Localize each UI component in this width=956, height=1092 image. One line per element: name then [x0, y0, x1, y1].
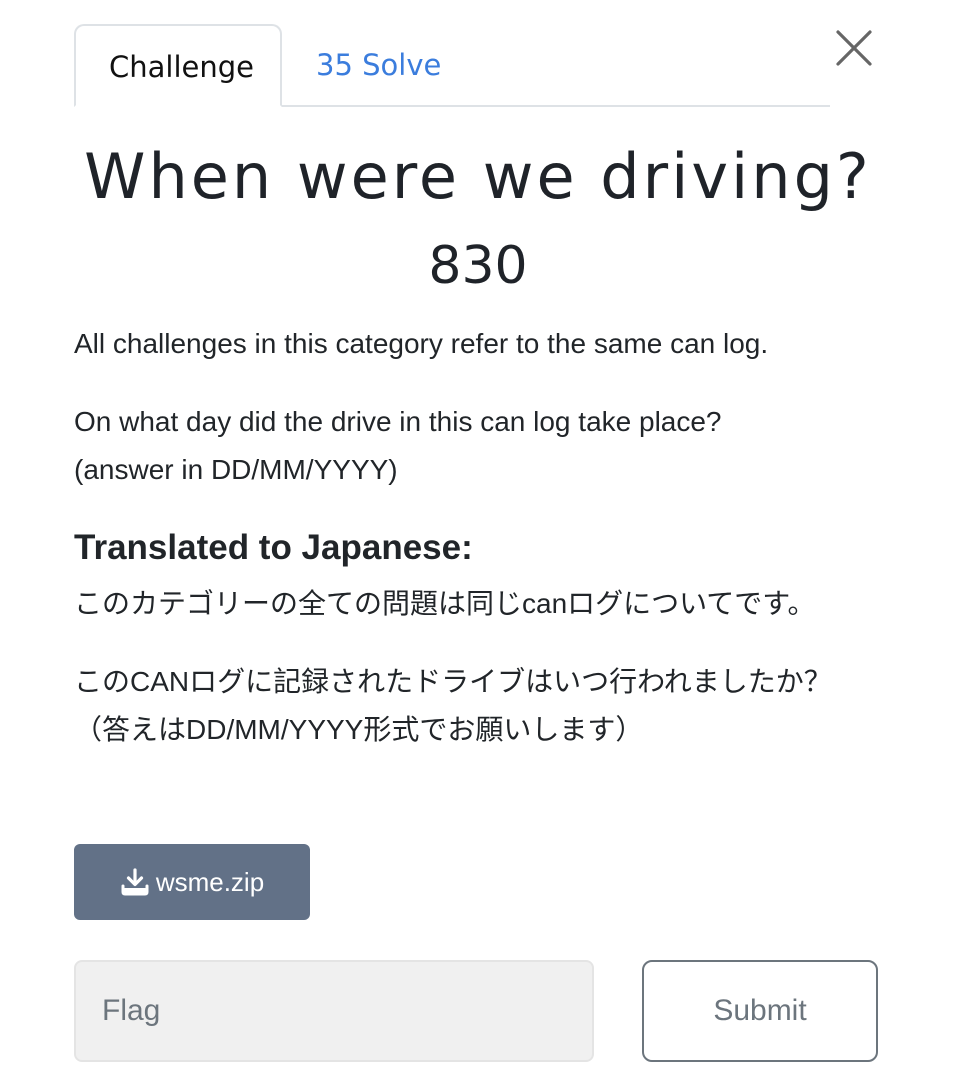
tab-solves[interactable]: 35 Solve	[282, 24, 475, 107]
submit-button[interactable]: Submit	[642, 960, 878, 1062]
challenge-description: All challenges in this category refer to…	[74, 320, 874, 784]
file-download-button[interactable]: wsme.zip	[74, 844, 310, 920]
close-icon[interactable]	[834, 28, 874, 68]
challenge-points: 830	[428, 236, 528, 296]
translation-heading: Translated to Japanese:	[74, 528, 473, 567]
challenge-modal: Challenge 35 Solve When were we driving?…	[0, 0, 956, 1092]
tab-challenge[interactable]: Challenge	[74, 24, 282, 107]
description-question: On what day did the drive in this can lo…	[74, 398, 874, 494]
flag-input[interactable]	[74, 960, 594, 1062]
file-name: wsme.zip	[155, 866, 265, 897]
challenge-tabs: Challenge 35 Solve	[74, 24, 830, 107]
japanese-paragraph: このカテゴリーの全ての問題は同じcanログについてです。	[74, 588, 816, 619]
japanese-question: このCANログに記録されたドライブはいつ行われましたか？（答えはDD/MM/YY…	[74, 666, 832, 745]
challenge-title: When were we driving?	[84, 140, 872, 213]
question-line: On what day did the drive in this can lo…	[74, 406, 722, 437]
description-paragraph: All challenges in this category refer to…	[74, 328, 769, 359]
answer-format-line: (answer in DD/MM/YYYY)	[74, 454, 398, 485]
download-icon	[120, 867, 150, 897]
